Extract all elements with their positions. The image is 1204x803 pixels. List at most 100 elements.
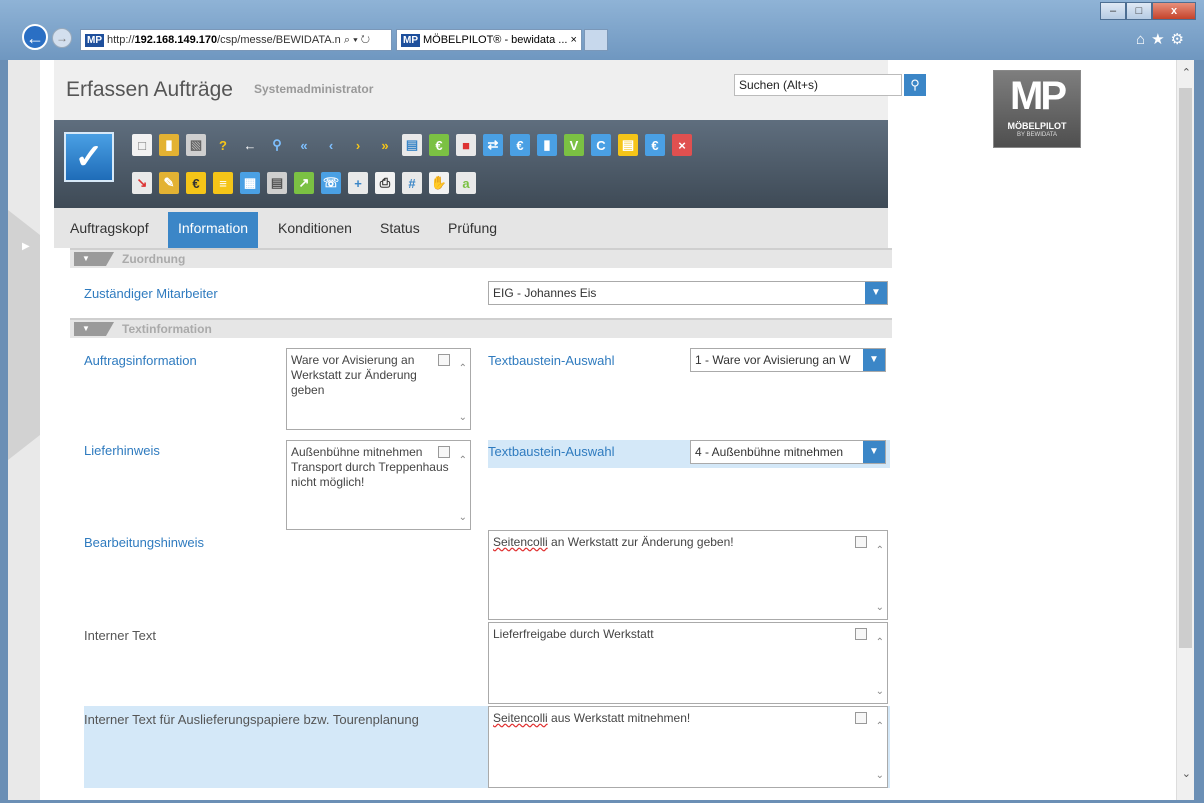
- doc-delete-icon[interactable]: ×: [672, 134, 692, 156]
- maximize-button[interactable]: □: [1126, 2, 1152, 20]
- scroll-up-icon[interactable]: ⌃: [876, 719, 884, 734]
- auftragsinfo-text: Ware vor Avisierung an Werkstatt zur Änd…: [291, 353, 417, 397]
- scroll-up-icon[interactable]: ⌃: [876, 543, 884, 558]
- prev-record-icon[interactable]: ‹: [321, 134, 341, 156]
- scroll-up-icon[interactable]: ⌃: [459, 453, 467, 468]
- toolbar-row-2: ↘ ✎ € ≡ ▦ ▤ ↗ ☏ + ⎙ # ✋ a: [132, 172, 476, 194]
- settings-gear-icon[interactable]: ⚙: [1171, 31, 1190, 48]
- auslieferung-text: aus Werkstatt mitnehmen!: [547, 711, 691, 725]
- favorites-star-icon[interactable]: ★: [1151, 31, 1170, 48]
- page-scrollbar[interactable]: ⌃ ⌄: [1176, 60, 1194, 800]
- transfer-euro-icon[interactable]: €: [510, 134, 530, 156]
- new-document-icon[interactable]: □: [132, 134, 152, 156]
- home-icon[interactable]: ⌂: [1136, 31, 1151, 48]
- textbaustein2-value: 4 - Außenbühne mitnehmen: [695, 445, 844, 459]
- tab-auftragskopf[interactable]: Auftragskopf: [60, 212, 159, 248]
- checkbox-icon[interactable]: [855, 712, 867, 724]
- doc-export-icon[interactable]: ↗: [294, 172, 314, 194]
- scroll-up-icon[interactable]: ⌃: [459, 361, 467, 376]
- transfer-icon[interactable]: ⇄: [483, 134, 503, 156]
- tab-pruefung[interactable]: Prüfung: [438, 212, 507, 248]
- scroll-down-icon[interactable]: ⌄: [876, 600, 884, 615]
- checkbox-icon[interactable]: [855, 536, 867, 548]
- calendar-icon[interactable]: ▦: [240, 172, 260, 194]
- phone-icon[interactable]: ☏: [321, 172, 341, 194]
- tab-status[interactable]: Status: [370, 212, 430, 248]
- open-folder-icon[interactable]: ▮: [159, 134, 179, 156]
- money-icon[interactable]: €: [429, 134, 449, 156]
- calculator-icon[interactable]: #: [402, 172, 422, 194]
- last-record-icon[interactable]: »: [375, 134, 395, 156]
- minimize-button[interactable]: –: [1100, 2, 1126, 20]
- checkbox-icon[interactable]: [855, 628, 867, 640]
- new-tab-button[interactable]: [584, 29, 608, 51]
- vehicle-money-icon[interactable]: €: [186, 172, 206, 194]
- textbaustein2-select[interactable]: 4 - Außenbühne mitnehmen ▼: [690, 440, 886, 464]
- url-controls[interactable]: ⌕ ▾ ↻: [344, 34, 370, 46]
- bearbeitung-text: an Werkstatt zur Änderung geben!: [547, 535, 734, 549]
- chevron-right-icon[interactable]: ▶: [22, 241, 30, 252]
- doc-add-icon[interactable]: +: [348, 172, 368, 194]
- chevron-down-icon[interactable]: ▼: [865, 282, 887, 304]
- help-icon[interactable]: ?: [213, 134, 233, 156]
- bearbeitung-textarea[interactable]: Seitencolli an Werkstatt zur Änderung ge…: [488, 530, 888, 620]
- scrollbar-thumb[interactable]: [1179, 88, 1192, 648]
- first-record-icon[interactable]: «: [294, 134, 314, 156]
- save-check-button[interactable]: ✓: [64, 132, 114, 182]
- magnifier-icon[interactable]: ⚲: [267, 134, 287, 156]
- scroll-up-icon[interactable]: ⌃: [1182, 66, 1191, 79]
- truck-icon[interactable]: ▮: [537, 134, 557, 156]
- favicon-icon: MP: [85, 33, 104, 47]
- mitarbeiter-select[interactable]: EIG - Johannes Eis ▼: [488, 281, 888, 305]
- tab-konditionen[interactable]: Konditionen: [268, 212, 362, 248]
- folder-edit-icon[interactable]: ✎: [159, 172, 179, 194]
- scroll-down-icon[interactable]: ⌄: [459, 510, 467, 525]
- printer-icon[interactable]: ⎙: [375, 172, 395, 194]
- browser-tab[interactable]: MP MÖBELPILOT® - bewidata ... ×: [396, 29, 582, 51]
- back-icon[interactable]: ←: [22, 24, 48, 50]
- forward-icon[interactable]: →: [52, 28, 72, 48]
- doc-yellow-icon[interactable]: ▤: [618, 134, 638, 156]
- mitarbeiter-value: EIG - Johannes Eis: [493, 286, 597, 300]
- scroll-down-icon[interactable]: ⌄: [876, 768, 884, 783]
- next-record-icon[interactable]: ›: [348, 134, 368, 156]
- interner-textarea[interactable]: Lieferfreigabe durch Werkstatt ⌃ ⌄: [488, 622, 888, 704]
- browser-tab-title: MÖBELPILOT® - bewidata ... ×: [423, 34, 577, 46]
- chevron-down-icon[interactable]: ▼: [863, 349, 885, 371]
- doc-v-icon[interactable]: V: [564, 134, 584, 156]
- scroll-down-icon[interactable]: ⌄: [876, 684, 884, 699]
- scroll-down-icon[interactable]: ⌄: [459, 410, 467, 425]
- trash-icon[interactable]: ▧: [186, 134, 206, 156]
- scroll-up-icon[interactable]: ⌃: [876, 635, 884, 650]
- doc-arrow-icon[interactable]: ↘: [132, 172, 152, 194]
- doc-icon[interactable]: ▤: [402, 134, 422, 156]
- doc-c-icon[interactable]: C: [591, 134, 611, 156]
- chevron-down-icon[interactable]: ▼: [863, 441, 885, 463]
- hand-doc-icon[interactable]: ✋: [429, 172, 449, 194]
- section-zuordnung[interactable]: ▼ Zuordnung: [70, 248, 892, 268]
- auftragsinfo-textarea[interactable]: Ware vor Avisierung an Werkstatt zur Änd…: [286, 348, 471, 430]
- tab-information[interactable]: Information: [168, 212, 259, 248]
- auslieferung-textarea[interactable]: Seitencolli aus Werkstatt mitnehmen! ⌃ ⌄: [488, 706, 888, 788]
- doc-euro-icon[interactable]: €: [645, 134, 665, 156]
- collapse-icon[interactable]: ▼: [74, 252, 114, 266]
- tab-favicon-icon: MP: [401, 33, 420, 47]
- checkbox-icon[interactable]: [438, 446, 450, 458]
- textbaustein1-select[interactable]: 1 - Ware vor Avisierung an W ▼: [690, 348, 886, 372]
- address-bar[interactable]: MP http://192.168.149.170/csp/messe/BEWID…: [80, 29, 392, 51]
- back-arrow-icon[interactable]: ←: [240, 134, 260, 156]
- search-input[interactable]: Suchen (Alt+s): [734, 74, 902, 96]
- doc-list-icon[interactable]: ≡: [213, 172, 233, 194]
- scroll-down-icon[interactable]: ⌄: [1182, 767, 1191, 780]
- section-title: Zuordnung: [122, 252, 186, 266]
- checkbox-icon[interactable]: [438, 354, 450, 366]
- ab-doc-icon[interactable]: a: [456, 172, 476, 194]
- close-window-button[interactable]: x: [1152, 2, 1196, 20]
- card-icon[interactable]: ■: [456, 134, 476, 156]
- search-icon[interactable]: ⚲: [904, 74, 926, 96]
- doc-grey-icon[interactable]: ▤: [267, 172, 287, 194]
- logo-name: MÖBELPILOT: [1007, 121, 1067, 131]
- lieferhinweis-textarea[interactable]: Außenbühne mitnehmen Transport durch Tre…: [286, 440, 471, 530]
- collapse-icon[interactable]: ▼: [74, 322, 114, 336]
- section-textinformation[interactable]: ▼ Textinformation: [70, 318, 892, 338]
